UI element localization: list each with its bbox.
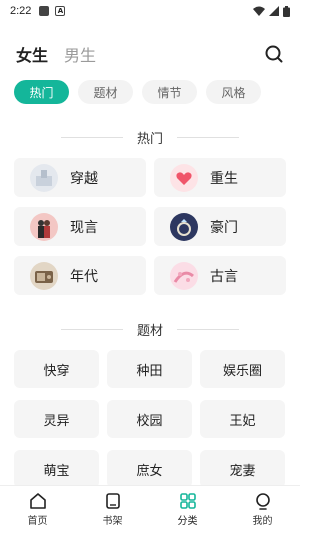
section-title-text: 热门 xyxy=(136,132,163,147)
material-item[interactable]: 宠妻 xyxy=(200,450,285,488)
material-item[interactable]: 萌宝 xyxy=(14,450,99,488)
chip-hot[interactable]: 热门 xyxy=(14,80,69,104)
nav-home[interactable]: 首页 xyxy=(0,486,75,533)
material-item[interactable]: 校园 xyxy=(107,400,192,438)
hot-grid: 穿越 重生 现言 豪门 年代 古言 xyxy=(14,158,286,295)
nav-profile[interactable]: 我的 xyxy=(225,486,300,533)
nav-label: 书架 xyxy=(102,516,123,527)
ring-icon xyxy=(170,212,198,241)
material-item[interactable]: 娱乐圈 xyxy=(200,350,285,388)
heart-icon xyxy=(170,163,198,192)
header: 女生 男生 xyxy=(16,40,284,68)
section-title-text: 题材 xyxy=(136,324,163,339)
material-item[interactable]: 快穿 xyxy=(14,350,99,388)
status-time: 2:22 xyxy=(10,5,32,17)
chip-style[interactable]: 风格 xyxy=(206,80,261,104)
profile-icon xyxy=(255,493,270,510)
hot-item-rebirth[interactable]: 重生 xyxy=(154,158,286,197)
hot-item-era[interactable]: 年代 xyxy=(14,256,146,295)
category-chips: 热门 题材 情节 风格 xyxy=(14,80,261,104)
material-grid: 快穿 种田 娱乐圈 灵异 校园 王妃 萌宝 庶女 宠妻 xyxy=(14,350,286,488)
nav-category[interactable]: 分类 xyxy=(150,486,225,533)
bookshelf-icon xyxy=(105,493,120,509)
chip-plot[interactable]: 情节 xyxy=(142,80,197,104)
status-bar: 2:22 A xyxy=(0,0,300,22)
search-icon[interactable] xyxy=(264,44,284,64)
hot-item-label: 年代 xyxy=(70,268,98,285)
hot-item-ancient-romance[interactable]: 古言 xyxy=(154,256,286,295)
status-a-icon: A xyxy=(55,6,66,16)
material-item[interactable]: 灵异 xyxy=(14,400,99,438)
notification-icon xyxy=(39,6,50,16)
nav-bookshelf[interactable]: 书架 xyxy=(75,486,150,533)
battery-icon xyxy=(283,5,290,17)
tab-female[interactable]: 女生 xyxy=(16,42,48,66)
material-item[interactable]: 庶女 xyxy=(107,450,192,488)
chip-material[interactable]: 题材 xyxy=(78,80,133,104)
nav-label: 我的 xyxy=(252,516,273,527)
home-icon xyxy=(29,493,46,509)
material-item[interactable]: 王妃 xyxy=(200,400,285,438)
ancient-romance-thumbnail xyxy=(170,261,198,290)
hot-item-label: 穿越 xyxy=(70,170,98,187)
hot-item-time-travel[interactable]: 穿越 xyxy=(14,158,146,197)
hot-item-label: 古言 xyxy=(210,268,238,285)
time-travel-thumbnail xyxy=(30,163,58,192)
section-title-material: 题材 xyxy=(0,320,300,339)
hot-item-modern-romance[interactable]: 现言 xyxy=(14,207,146,246)
wifi-icon xyxy=(253,6,265,16)
couple-thumbnail xyxy=(30,212,58,241)
nav-label: 首页 xyxy=(27,516,48,527)
hot-item-label: 重生 xyxy=(210,170,238,187)
divider xyxy=(60,137,123,138)
tab-male[interactable]: 男生 xyxy=(64,42,96,66)
divider xyxy=(177,137,239,138)
nav-label: 分类 xyxy=(177,516,198,527)
category-icon xyxy=(179,493,196,509)
section-title-hot: 热门 xyxy=(0,128,300,147)
divider xyxy=(60,329,123,330)
material-item[interactable]: 种田 xyxy=(107,350,192,388)
signal-icon xyxy=(269,6,279,16)
bottom-nav: 首页 书架 分类 我的 xyxy=(0,485,300,533)
hot-item-wealthy-family[interactable]: 豪门 xyxy=(154,207,286,246)
divider xyxy=(177,329,239,330)
hot-item-label: 豪门 xyxy=(210,219,238,236)
radio-icon xyxy=(30,261,58,290)
hot-item-label: 现言 xyxy=(70,219,98,236)
